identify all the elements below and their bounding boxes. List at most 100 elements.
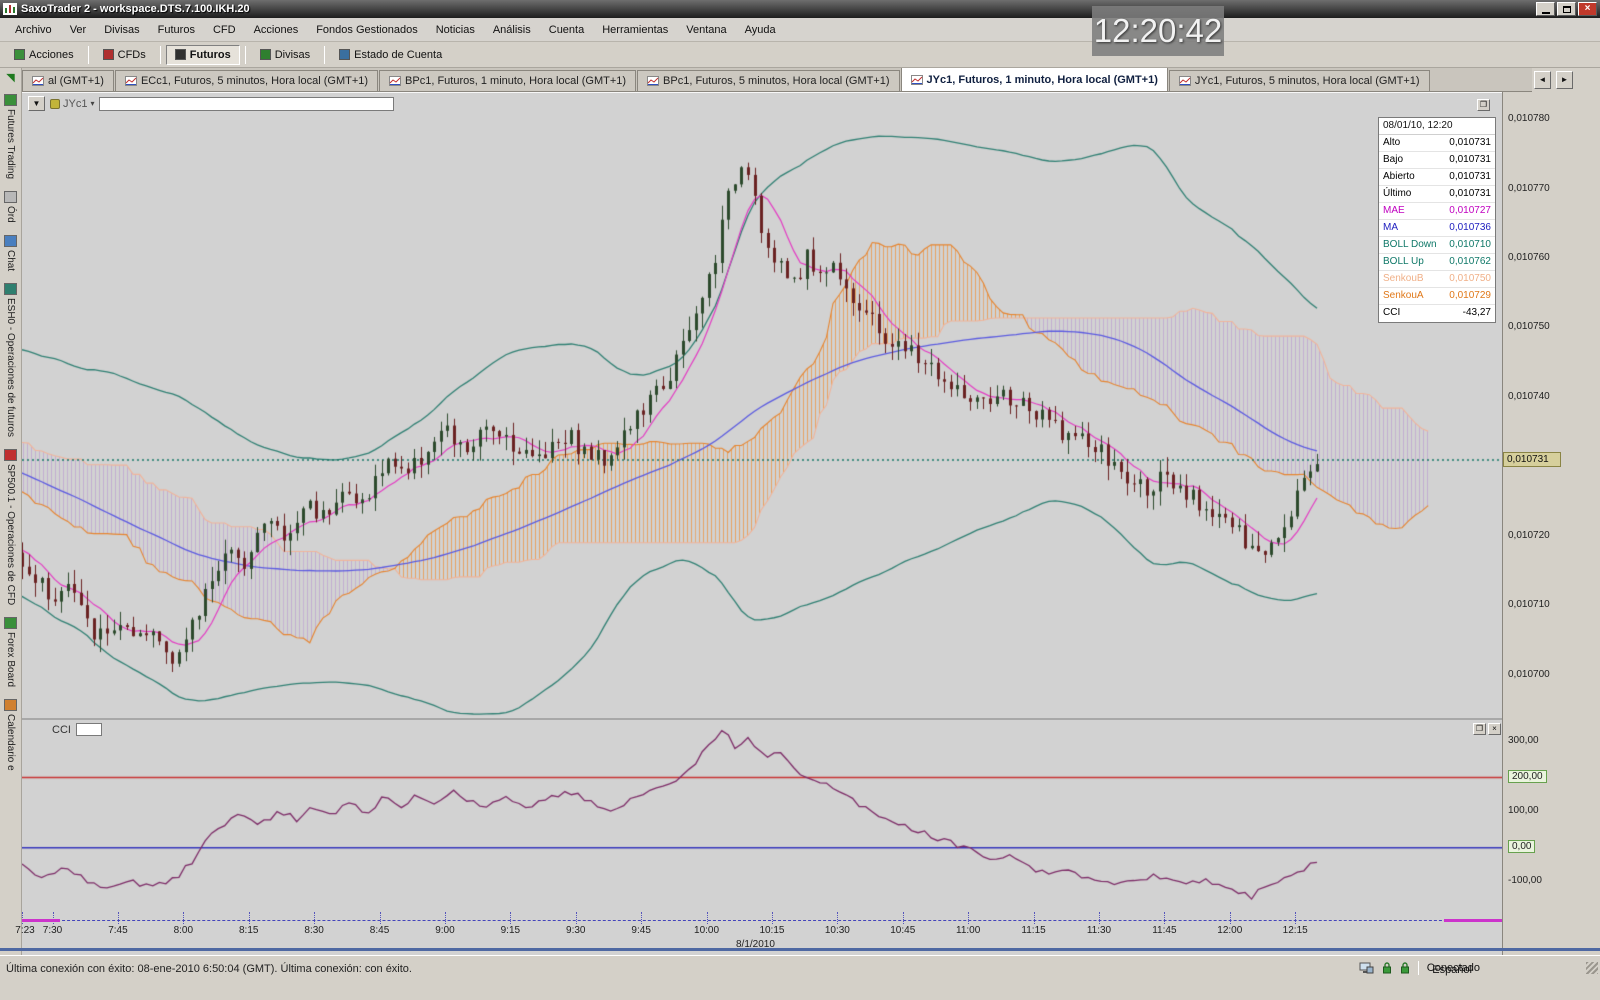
menu-cfd[interactable]: CFD [204, 21, 245, 39]
price-pane-restore-button[interactable]: ❐ [1477, 99, 1490, 111]
toolbar-futuros[interactable]: Futuros [166, 45, 240, 65]
info-row-mae: MAE0,010727 [1379, 203, 1495, 220]
time-axis-tick [22, 912, 23, 924]
current-price-tag: 0,010731 [1503, 452, 1561, 467]
chevron-down-icon: ▾ [90, 99, 94, 108]
info-label: MAE [1383, 203, 1405, 219]
network-icon[interactable] [1359, 962, 1374, 974]
chart-tab-ecc1-futuros-5-minutos-hora-loca[interactable]: ECc1, Futuros, 5 minutos, Hora local (GM… [115, 70, 378, 91]
toolbar-acciones[interactable]: Acciones [5, 45, 83, 65]
menu-divisas[interactable]: Divisas [95, 21, 148, 39]
chart-tab-bpc1-futuros-5-minutos-hora-loca[interactable]: BPc1, Futuros, 5 minutos, Hora local (GM… [637, 70, 900, 91]
time-axis-label: 10:45 [886, 925, 920, 936]
sidebar-item-forex-board[interactable]: Forex Board [4, 617, 17, 687]
resize-grip[interactable] [1586, 962, 1598, 974]
menu-cuenta[interactable]: Cuenta [540, 21, 593, 39]
chart-tab-strip: al (GMT+1)ECc1, Futuros, 5 minutos, Hora… [22, 68, 1532, 92]
tab-label: JYc1, Futuros, 5 minutos, Hora local (GM… [1195, 75, 1420, 87]
tab-label: JYc1, Futuros, 1 minuto, Hora local (GMT… [927, 74, 1158, 86]
chart-tab-jyc1-futuros-5-minutos-hora-loca[interactable]: JYc1, Futuros, 5 minutos, Hora local (GM… [1169, 70, 1430, 91]
menu-herramientas[interactable]: Herramientas [593, 21, 677, 39]
time-axis-label: 9:00 [428, 925, 462, 936]
sidebar-item-sp500-1-operaciones-de-cfd[interactable]: SP500.1 - Operaciones de CFD [4, 449, 17, 605]
calendar-icon [4, 699, 17, 711]
sidebar-item-chat[interactable]: Chat [4, 235, 17, 271]
minimize-icon [1542, 12, 1550, 14]
price-chart-canvas[interactable] [22, 94, 1502, 718]
info-row-boll-up: BOLL Up0,010762 [1379, 254, 1495, 271]
menu-acciones[interactable]: Acciones [245, 21, 308, 39]
restore-icon [1563, 6, 1571, 13]
cci-pane-restore-button[interactable]: ❐ [1473, 723, 1486, 735]
chart-tab-bpc1-futuros-1-minuto-hora-local[interactable]: BPc1, Futuros, 1 minuto, Hora local (GMT… [379, 70, 636, 91]
tab-scroll-left-button[interactable]: ◄ [1534, 71, 1551, 89]
time-axis-label: 10:15 [755, 925, 789, 936]
lock-icon[interactable] [1400, 962, 1410, 974]
sidebar-item-futures-trading[interactable]: Futures Trading [4, 94, 17, 179]
close-button[interactable]: × [1578, 2, 1597, 16]
time-axis-tick [576, 912, 577, 924]
value-axis-column [1502, 92, 1600, 955]
menu-futuros[interactable]: Futuros [149, 21, 204, 39]
cci-axis-label: 0,00 [1508, 840, 1535, 853]
price-axis-label: 0,010750 [1508, 321, 1550, 332]
panel-collapse-icon[interactable]: ◥ [6, 71, 14, 84]
time-axis-label: 9:45 [624, 925, 658, 936]
lock-icon[interactable] [1382, 962, 1392, 974]
cci-axis-label: 100,00 [1508, 805, 1539, 816]
price-axis-label: 0,010770 [1508, 183, 1550, 194]
info-label: Abierto [1383, 169, 1415, 185]
time-axis-label: 11:15 [1017, 925, 1051, 936]
toolbar-cfds[interactable]: CFDs [94, 45, 155, 65]
cci-axis-label: 300,00 [1508, 735, 1539, 746]
status-message: Última conexión con éxito: 08-ene-2010 6… [6, 963, 412, 975]
restore-button[interactable] [1557, 2, 1576, 16]
side-panel-tabs: ◥ Futures Trading Órd Chat ESH0 - Operacione… [0, 68, 22, 955]
axis-range-marker[interactable] [22, 919, 60, 922]
menu-analisis[interactable]: Análisis [484, 21, 540, 39]
chart-tab-al-gmt-1[interactable]: al (GMT+1) [22, 70, 114, 91]
cci-chart-canvas[interactable] [22, 720, 1502, 918]
toolbar-separator [160, 46, 161, 64]
axis-range-marker[interactable] [1444, 919, 1502, 922]
acciones-icon [14, 49, 25, 60]
toolbar-estado-de-cuenta[interactable]: Estado de Cuenta [330, 45, 451, 65]
info-label: Alto [1383, 135, 1400, 151]
toolbar-separator [88, 46, 89, 64]
tab-scroll-right-button[interactable]: ► [1556, 71, 1573, 89]
cci-pane-close-button[interactable]: × [1488, 723, 1501, 735]
menu-noticias[interactable]: Noticias [427, 21, 484, 39]
time-axis-label: 9:30 [559, 925, 593, 936]
language-indicator[interactable]: Español [1432, 964, 1472, 976]
price-axis-label: 0,010780 [1508, 113, 1550, 124]
menu-archivo[interactable]: Archivo [6, 21, 61, 39]
chart-menu-dropdown-button[interactable]: ▼ [28, 96, 45, 111]
chart-tab-jyc1-futuros-1-minuto-hora-local[interactable]: JYc1, Futuros, 1 minuto, Hora local (GMT… [901, 68, 1168, 91]
toolbar-label: Futuros [190, 49, 231, 61]
sidebar-item-ord[interactable]: Órd [4, 191, 17, 223]
symbol-selector[interactable]: JYc1 ▾ [50, 98, 94, 110]
sidebar-item-calendario-e[interactable]: Calendario e [4, 699, 17, 771]
time-axis-label: 9:15 [493, 925, 527, 936]
date-label: 8/1/2010 [736, 939, 775, 950]
minimize-button[interactable] [1536, 2, 1555, 16]
chart-search-input[interactable] [99, 97, 394, 111]
cci-label: CCI [52, 724, 71, 736]
sidebar-label: SP500.1 - Operaciones de CFD [5, 464, 16, 605]
menu-ventana[interactable]: Ventana [677, 21, 735, 39]
info-row-ultimo: Último0,010731 [1379, 186, 1495, 203]
time-axis-tick [903, 912, 904, 924]
toolbar-divisas[interactable]: Divisas [251, 45, 319, 65]
menu-ver[interactable]: Ver [61, 21, 96, 39]
time-axis-label: 8:30 [297, 925, 331, 936]
time-axis-tick [314, 912, 315, 924]
menu-ayuda[interactable]: Ayuda [736, 21, 785, 39]
sidebar-item-esh0-operaciones-de-futuro[interactable]: ESH0 - Operaciones de futuros [4, 283, 17, 437]
info-row-senkoub: SenkouB0,010750 [1379, 271, 1495, 288]
chat-icon [4, 235, 17, 247]
cci-parameter-input[interactable] [76, 723, 102, 736]
info-value: 0,010731 [1449, 169, 1491, 185]
menu-fondos-gestionados[interactable]: Fondos Gestionados [307, 21, 427, 39]
info-row-ma: MA0,010736 [1379, 220, 1495, 237]
time-axis-tick [118, 912, 119, 924]
